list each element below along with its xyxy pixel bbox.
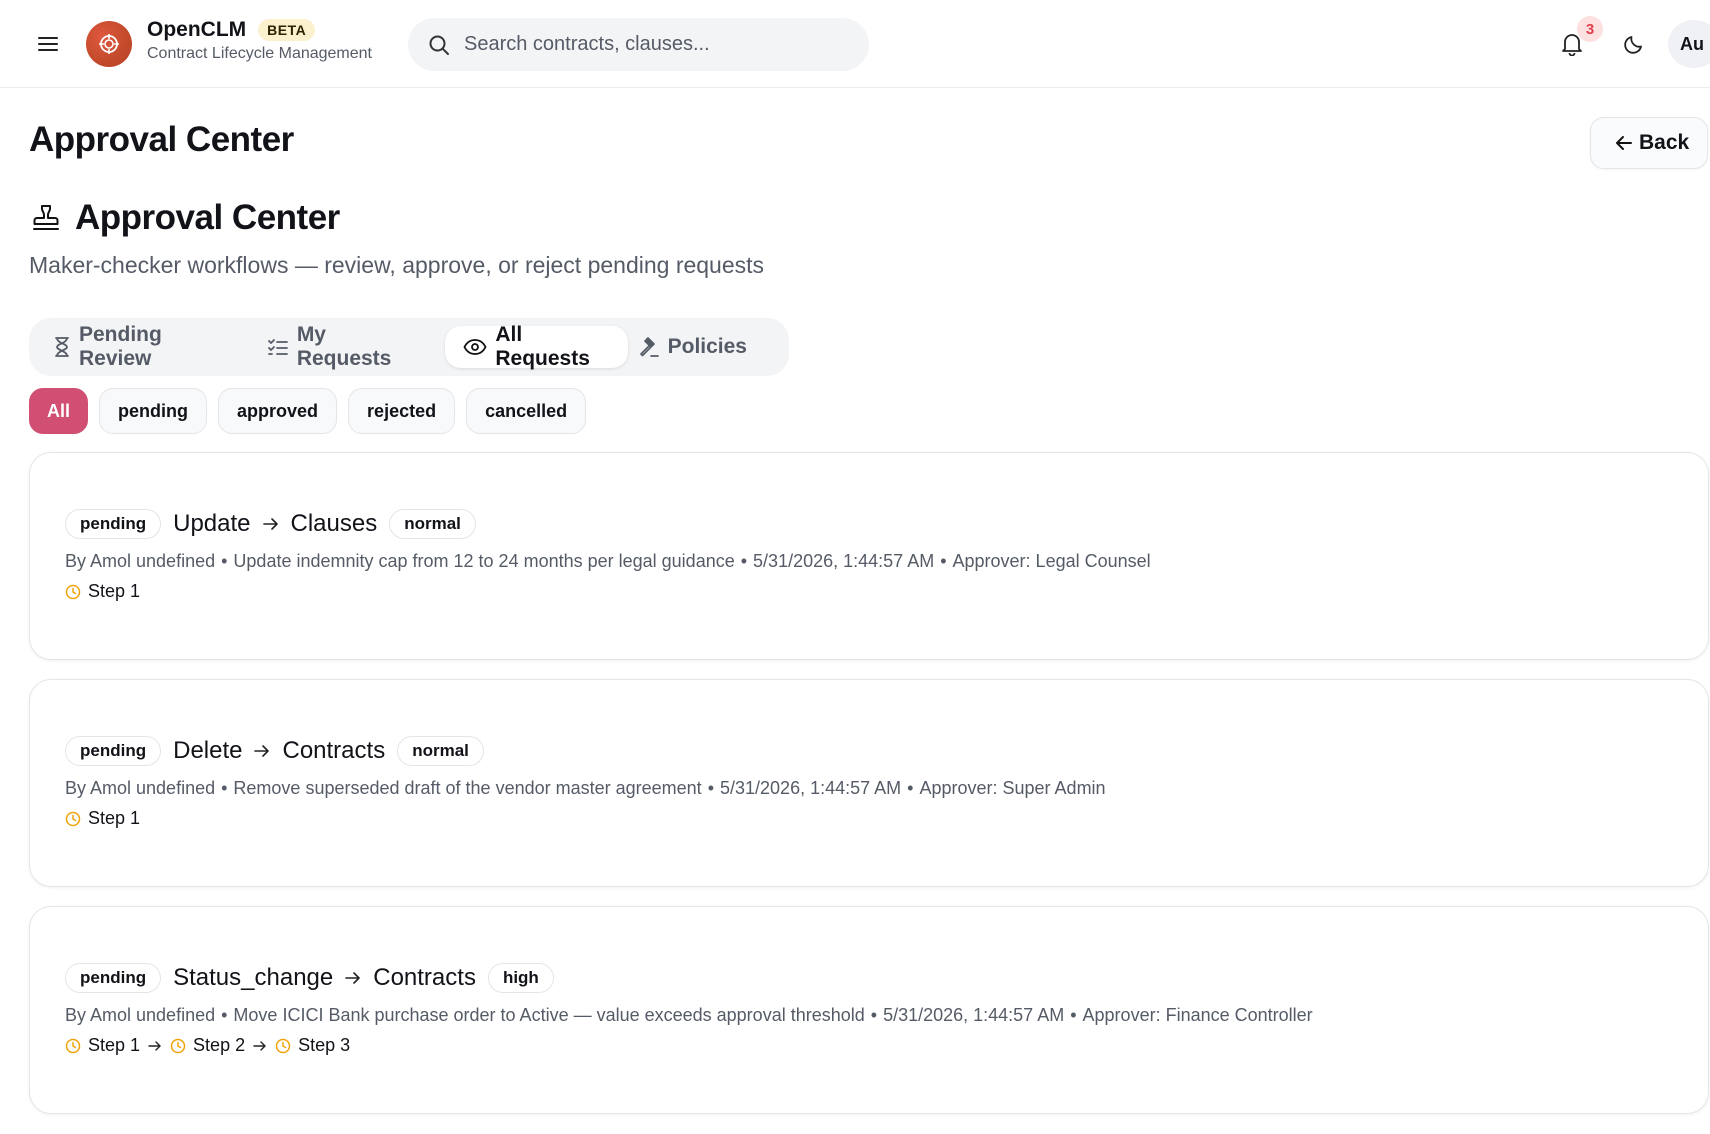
request-meta: By Amol undefined • Remove superseded draf…	[65, 778, 1106, 798]
request-card[interactable]: pending Status_change Contracts high By …	[29, 906, 1709, 1114]
tab-label: All Requests	[495, 323, 590, 370]
brand-name: OpenCLM	[147, 18, 247, 41]
beta-badge: BETA	[258, 19, 316, 41]
top-bar: OpenCLM BETA Contract Lifecycle Manageme…	[0, 0, 1710, 88]
arrow-right-icon	[254, 744, 270, 758]
request-meta: By Amol undefined • Update indemnity cap f…	[65, 551, 1151, 571]
page-title: Approval Center	[29, 120, 294, 159]
clock-icon	[65, 811, 81, 826]
search-bar[interactable]	[408, 18, 869, 71]
hourglass-icon	[55, 337, 69, 357]
brand-subtitle: Contract Lifecycle Management	[147, 45, 372, 62]
request-description: Update indemnity cap from 12 to 24 month…	[233, 551, 735, 571]
section-title: Approval Center	[75, 198, 340, 237]
approval-step: Step 3	[275, 1035, 350, 1056]
approval-steps: Step 1	[65, 808, 140, 829]
request-entity: Clauses	[290, 510, 378, 537]
request-entity: Contracts	[373, 964, 476, 991]
filter-approved[interactable]: approved	[218, 388, 338, 434]
request-card[interactable]: pending Update Clauses normal By Amol un…	[29, 452, 1709, 660]
request-timestamp: 5/31/2026, 1:44:57 AM	[883, 1005, 1065, 1025]
gavel-icon	[639, 337, 659, 357]
menu-icon[interactable]	[30, 26, 66, 62]
step-label: Step 1	[88, 808, 141, 828]
step-label: Step 3	[298, 1035, 351, 1055]
status-badge: pending	[65, 963, 162, 993]
clock-icon	[65, 584, 81, 599]
back-button-label: Back	[1639, 131, 1690, 154]
tab-label: Policies	[667, 335, 747, 358]
request-action: Delete	[173, 737, 243, 764]
tab-label: My Requests	[296, 323, 392, 370]
step-label: Step 2	[193, 1035, 246, 1055]
request-meta: By Amol undefined • Move ICICI Bank purcha…	[65, 1005, 1313, 1025]
priority-badge: normal	[397, 736, 484, 766]
filter-all[interactable]: All	[29, 388, 89, 434]
step-label: Step 1	[88, 1035, 141, 1055]
approval-step: Step 1	[65, 808, 140, 829]
search-icon	[429, 35, 449, 55]
request-author: By Amol undefined	[65, 1005, 216, 1025]
tab-label: Pending Review	[79, 323, 162, 370]
arrow-right-icon	[345, 971, 361, 985]
app-logo-icon[interactable]	[86, 21, 132, 67]
request-author: By Amol undefined	[65, 778, 216, 798]
clock-icon	[275, 1038, 291, 1053]
tab-policies[interactable]: Policies	[638, 326, 763, 368]
back-button[interactable]: Back	[1590, 117, 1708, 169]
request-approver: Approver: Super Admin	[919, 778, 1106, 798]
request-entity: Contracts	[282, 737, 386, 764]
stamp-icon	[33, 205, 59, 230]
request-action: Status_change	[173, 964, 334, 991]
request-description: Move ICICI Bank purchase order to Active…	[233, 1005, 865, 1025]
arrow-right-icon	[262, 517, 279, 531]
request-author: By Amol undefined	[65, 551, 216, 571]
tab-pending-review[interactable]: Pending Review	[53, 323, 241, 370]
filter-rejected[interactable]: rejected	[348, 388, 456, 434]
approval-steps: Step 1 Step 2 Step 3	[65, 1035, 350, 1056]
list-checks-icon	[267, 339, 288, 355]
request-action: Update	[173, 510, 251, 537]
filter-cancelled[interactable]: cancelled	[466, 388, 587, 434]
notification-count-badge: 3	[1577, 16, 1603, 42]
clock-icon	[170, 1038, 186, 1053]
approval-step: Step 1	[65, 1035, 140, 1056]
request-timestamp: 5/31/2026, 1:44:57 AM	[720, 778, 902, 798]
tab-my-requests[interactable]: My Requests	[267, 323, 430, 370]
approval-step: Step 1	[65, 581, 140, 602]
tabs: Pending Review My Requests All Requests …	[29, 318, 789, 376]
brand: OpenCLM BETA Contract Lifecycle Manageme…	[147, 18, 372, 63]
clock-icon	[65, 1038, 81, 1053]
approval-steps: Step 1	[65, 581, 140, 602]
user-avatar[interactable]: Au	[1668, 20, 1710, 68]
request-approver: Approver: Finance Controller	[1082, 1005, 1313, 1025]
search-input[interactable]	[464, 33, 844, 56]
arrow-left-icon	[1616, 136, 1632, 150]
dark-mode-moon-icon[interactable]	[1616, 26, 1652, 62]
eye-icon	[463, 339, 487, 355]
filter-pending[interactable]: pending	[99, 388, 208, 434]
status-filters: All pending approved rejected cancelled	[29, 388, 587, 434]
status-badge: pending	[65, 736, 162, 766]
tab-all-requests[interactable]: All Requests	[445, 323, 628, 370]
status-badge: pending	[65, 509, 162, 539]
request-timestamp: 5/31/2026, 1:44:57 AM	[753, 551, 935, 571]
request-card[interactable]: pending Delete Contracts normal By Amol …	[29, 679, 1709, 887]
section-subtitle: Maker-checker workflows — review, approv…	[29, 252, 765, 278]
request-description: Remove superseded draft of the vendor ma…	[233, 778, 702, 798]
approval-step: Step 2	[170, 1035, 245, 1056]
arrow-right-icon	[148, 1040, 162, 1052]
priority-badge: high	[487, 963, 554, 993]
step-label: Step 1	[88, 581, 141, 601]
request-approver: Approver: Legal Counsel	[952, 551, 1151, 571]
arrow-right-icon	[253, 1040, 267, 1052]
priority-badge: normal	[389, 509, 476, 539]
